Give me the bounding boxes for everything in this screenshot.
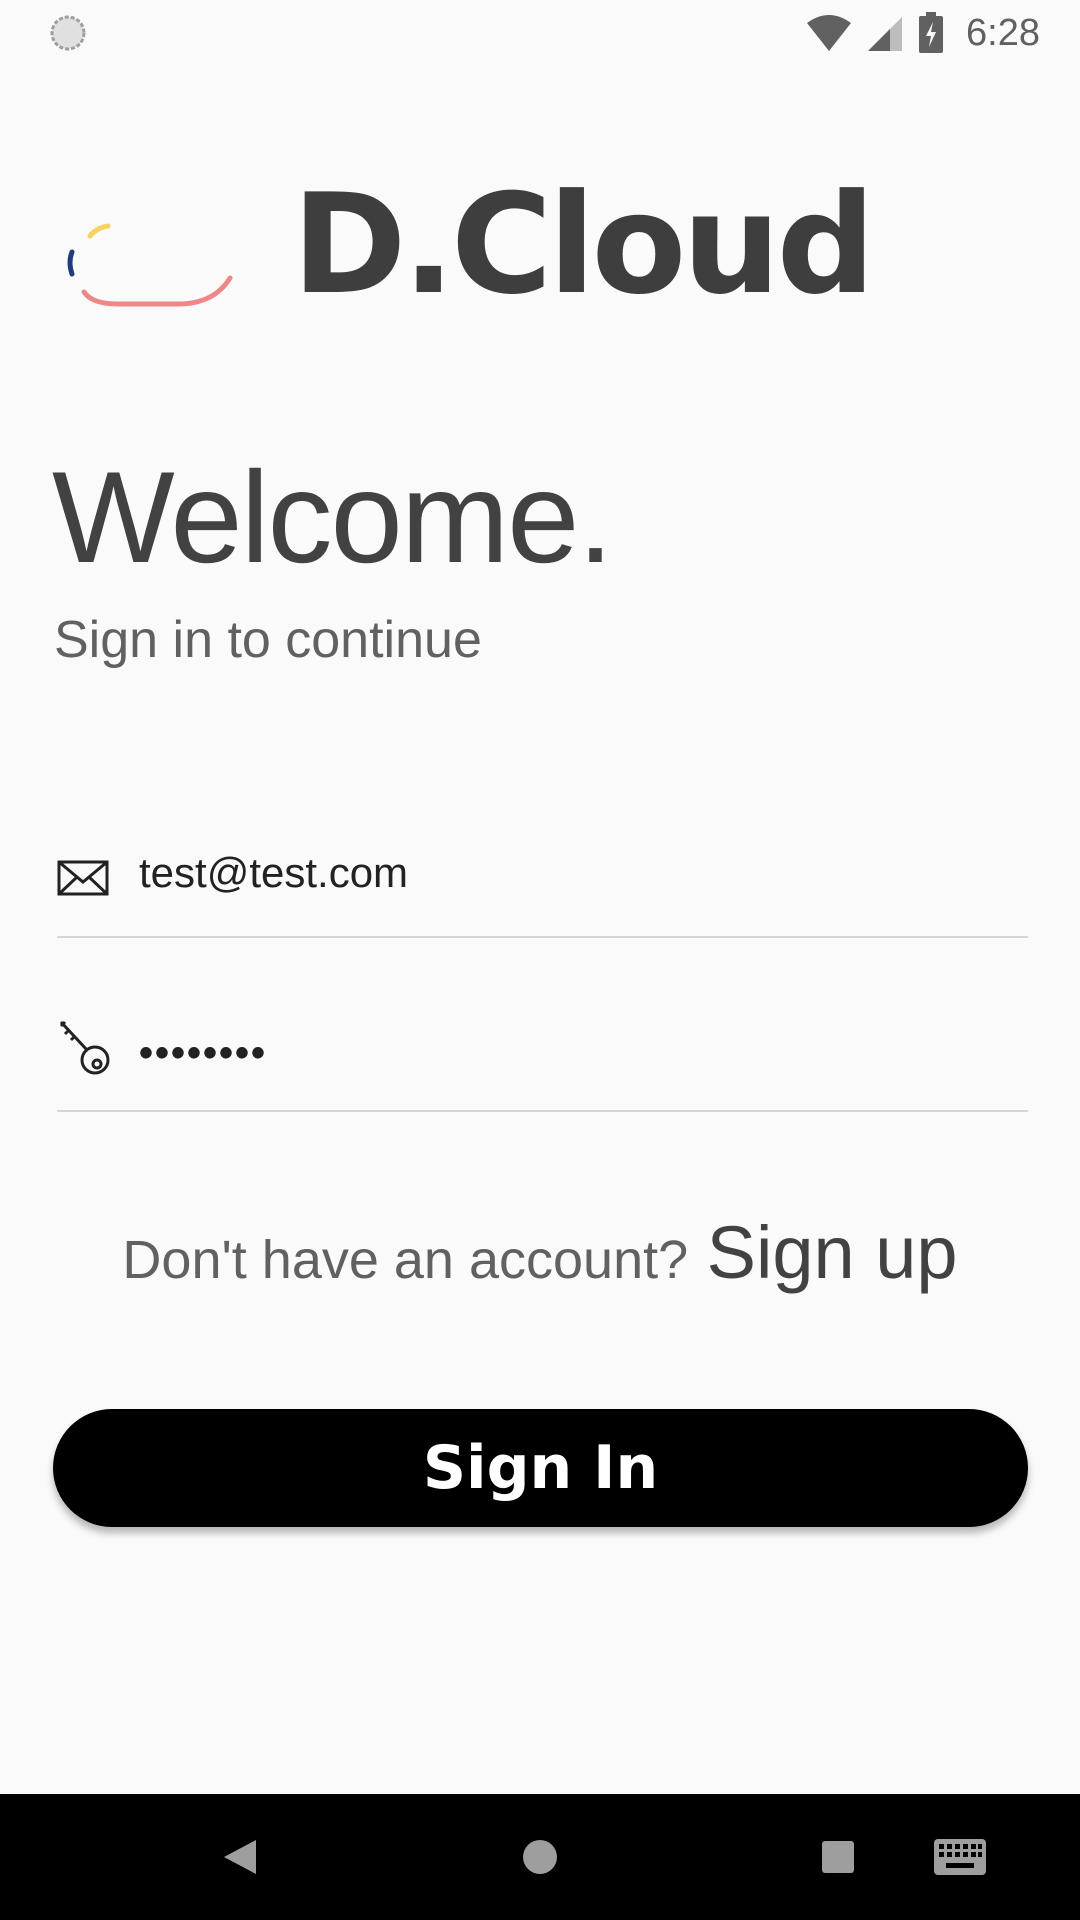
signin-button[interactable]: Sign In	[53, 1409, 1028, 1527]
email-field	[57, 838, 1028, 938]
battery-charging-icon	[919, 12, 944, 53]
status-bar: 6:28	[0, 0, 1080, 66]
email-input[interactable]	[139, 838, 1019, 908]
back-icon	[224, 1840, 256, 1874]
signup-link[interactable]: Sign up	[707, 1211, 958, 1294]
recents-icon	[822, 1841, 854, 1873]
password-input[interactable]	[139, 1018, 1019, 1088]
home-button[interactable]	[510, 1827, 570, 1887]
sync-icon	[50, 15, 86, 51]
back-button[interactable]	[210, 1827, 270, 1887]
recents-button[interactable]	[808, 1827, 868, 1887]
home-icon	[523, 1840, 557, 1874]
cell-signal-icon	[868, 17, 903, 51]
status-icons: 6:28	[806, 8, 1040, 58]
navigation-bar	[0, 1794, 1080, 1920]
signup-prompt: Don't have an account?	[122, 1230, 689, 1290]
wifi-icon	[807, 15, 852, 51]
welcome-title: Welcome.	[52, 444, 614, 590]
keyboard-button[interactable]	[928, 1827, 992, 1887]
login-screen: 6:28 D.Cloud Welcome. Sign in to continu…	[0, 0, 1080, 1920]
signup-row: Don't have an account? Sign up	[0, 1210, 1080, 1295]
cloud-logo-icon	[67, 223, 233, 307]
status-time: 6:28	[966, 11, 1040, 54]
password-field	[57, 1012, 1028, 1112]
keyboard-icon	[934, 1839, 986, 1875]
welcome-subtitle: Sign in to continue	[54, 611, 482, 669]
brand-name: D.Cloud	[292, 164, 875, 325]
envelope-icon	[57, 860, 109, 896]
key-icon	[59, 1020, 110, 1075]
